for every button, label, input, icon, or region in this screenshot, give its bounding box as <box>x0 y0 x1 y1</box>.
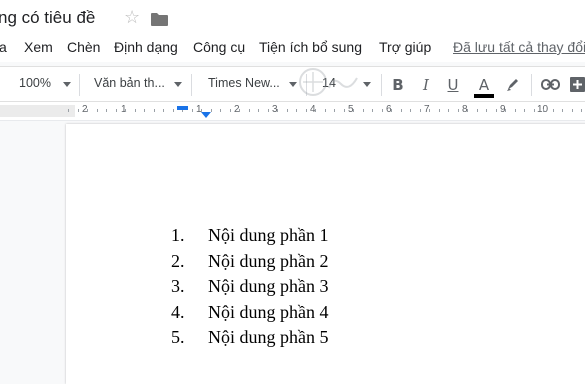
ruler-tick <box>553 109 554 112</box>
list-text[interactable]: Nội dung phần 5 <box>208 327 329 348</box>
watermark-logo-icon <box>299 68 358 96</box>
menu-edit[interactable]: a <box>0 39 7 55</box>
font-select[interactable]: Times New... <box>208 76 280 90</box>
list-number: 2. <box>171 250 185 271</box>
list-number: 4. <box>171 301 185 322</box>
menu-bar: a Xem Chèn Định dạng Công cụ Tiện ích bổ… <box>0 36 585 62</box>
ruler-tick <box>315 109 316 112</box>
ruler-tick <box>268 109 269 112</box>
ruler-tick <box>524 109 525 112</box>
ruler-tick <box>505 109 506 112</box>
bold-icon[interactable]: B <box>390 73 406 97</box>
saved-status[interactable]: Đã lưu tất cả thay đổi <box>453 39 585 55</box>
ruler-tick <box>467 109 468 112</box>
ruler-tick <box>382 109 383 112</box>
menu-addons[interactable]: Tiện ích bổ sung <box>259 39 362 55</box>
list-text[interactable]: Nội dung phần 3 <box>208 276 329 297</box>
menu-tools[interactable]: Công cụ <box>193 39 245 55</box>
ruler-tick <box>496 109 497 112</box>
menu-view[interactable]: Xem <box>24 39 53 55</box>
star-icon[interactable]: ☆ <box>124 9 140 27</box>
first-line-indent-handle[interactable] <box>177 106 188 110</box>
link-icon[interactable] <box>541 78 560 91</box>
document-title[interactable]: ng có tiêu đề <box>0 8 95 28</box>
ruler-tick <box>401 109 402 112</box>
list-text[interactable]: Nội dung phần 1 <box>208 225 329 246</box>
ruler-tick <box>306 109 307 112</box>
insert-comment-icon[interactable] <box>570 77 585 92</box>
chevron-down-icon[interactable] <box>174 82 182 87</box>
ruler-tick <box>486 109 487 112</box>
ruler-tick <box>249 109 250 112</box>
ruler-tick <box>211 109 212 112</box>
ruler-tick <box>458 109 459 112</box>
list-number: 5. <box>171 327 185 347</box>
list-number: 3. <box>171 276 185 296</box>
ruler-tick <box>87 109 88 112</box>
ruler-tick <box>448 109 449 112</box>
list-number: 1. <box>171 225 185 245</box>
ruler-tick <box>220 109 221 112</box>
ruler-tick <box>353 109 354 112</box>
menu-help[interactable]: Trợ giúp <box>379 39 431 55</box>
ruler-tick <box>239 109 240 112</box>
ruler-tick <box>581 109 582 112</box>
menu-insert[interactable]: Chèn <box>67 39 100 55</box>
zoom-select[interactable]: 100% <box>19 76 51 90</box>
ruler-tick <box>163 109 164 112</box>
ruler-tick <box>363 109 364 112</box>
ruler-tick <box>420 109 421 112</box>
ruler-tick <box>287 109 288 112</box>
ruler-tick <box>97 109 98 112</box>
ruler-tick <box>277 109 278 112</box>
ruler-tick <box>106 109 107 112</box>
ruler-tick <box>562 109 563 112</box>
toolbar-divider <box>79 74 80 96</box>
ruler-tick <box>372 109 373 112</box>
ruler-tick <box>543 109 544 112</box>
left-indent-handle[interactable] <box>201 112 211 118</box>
list-text[interactable]: Nội dung phần 2 <box>208 251 329 272</box>
toolbar-divider <box>381 74 382 96</box>
ruler-tick <box>192 109 193 112</box>
ruler-tick <box>68 109 69 112</box>
folder-icon[interactable] <box>151 13 168 26</box>
ruler-tick <box>296 109 297 112</box>
list-text[interactable]: Nội dung phần 4 <box>208 302 329 323</box>
ruler-tick <box>125 109 126 112</box>
ruler-tick <box>144 109 145 112</box>
ruler-tick <box>230 109 231 112</box>
title-bar: ng có tiêu đề ☆ <box>0 0 585 36</box>
style-select[interactable]: Văn bản th... <box>94 76 165 90</box>
underline-icon[interactable]: U <box>445 73 461 97</box>
ruler-tick <box>173 109 174 112</box>
toolbar-divider <box>531 74 532 96</box>
ruler-tick <box>391 109 392 112</box>
ruler-tick <box>334 109 335 112</box>
ruler[interactable]: 2112345678910 <box>0 102 585 121</box>
ruler-tick <box>534 109 535 112</box>
ruler-tick <box>477 109 478 112</box>
ruler-tick <box>135 109 136 112</box>
ruler-tick <box>410 109 411 112</box>
ruler-tick <box>429 109 430 112</box>
chevron-down-icon[interactable] <box>63 82 71 87</box>
ruler-tick <box>258 109 259 112</box>
ruler-tick <box>515 109 516 112</box>
ruler-tick <box>344 109 345 112</box>
toolbar-divider <box>191 74 192 96</box>
ruler-tick <box>572 109 573 112</box>
ruler-tick <box>78 109 79 112</box>
ruler-tick <box>116 109 117 112</box>
text-color-bar <box>474 94 494 98</box>
ruler-tick <box>325 109 326 112</box>
ruler-tick <box>154 109 155 112</box>
italic-icon[interactable]: I <box>418 73 434 97</box>
menu-format[interactable]: Định dạng <box>114 39 178 55</box>
highlight-pen-icon[interactable] <box>505 76 521 92</box>
ruler-margin <box>0 105 75 117</box>
ruler-tick <box>439 109 440 112</box>
